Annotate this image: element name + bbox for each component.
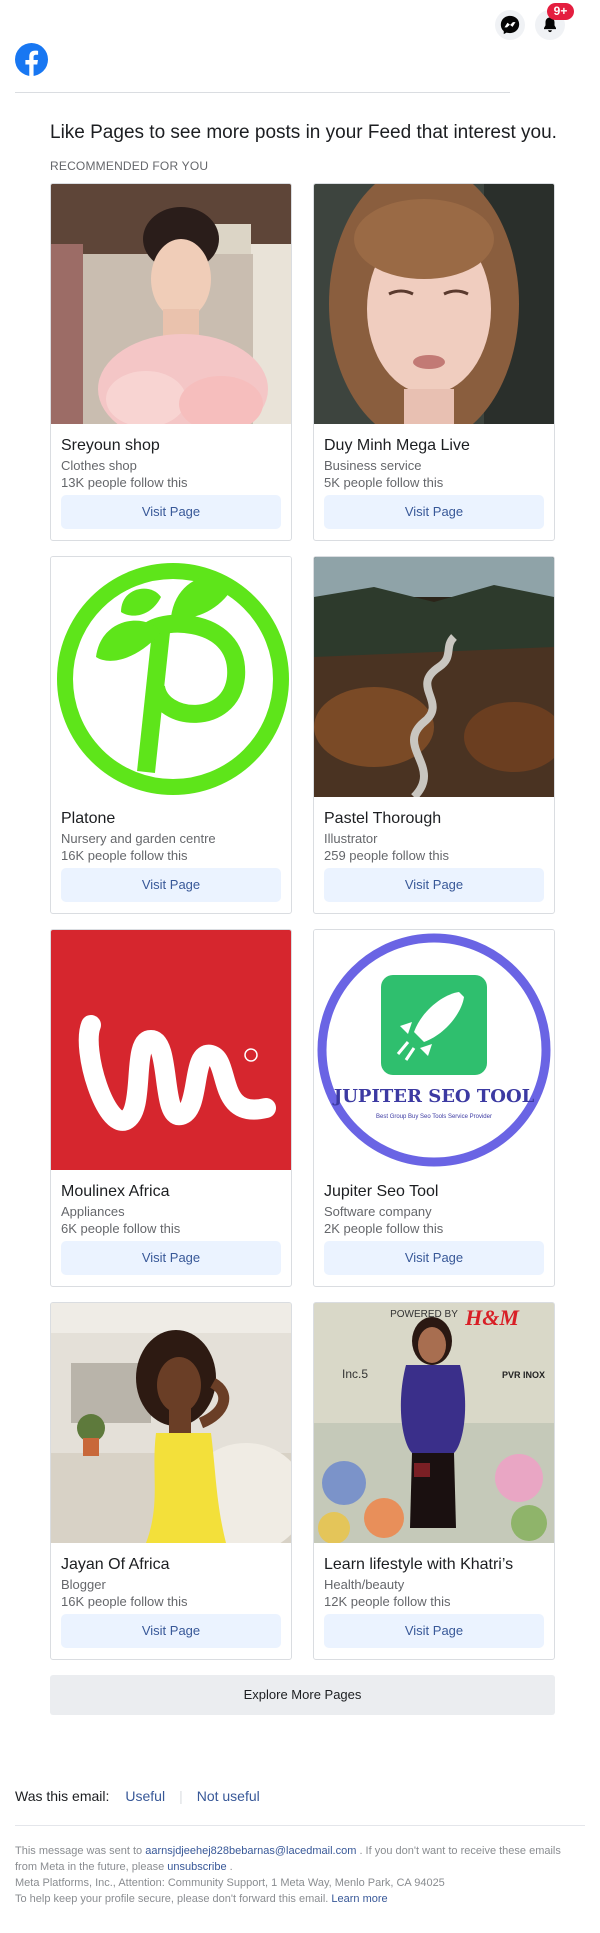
page-category: Illustrator — [324, 831, 378, 846]
page-image[interactable] — [314, 557, 554, 797]
facebook-logo-icon[interactable] — [15, 43, 48, 76]
page-followers: 12K people follow this — [324, 1594, 451, 1609]
messenger-icon[interactable] — [495, 10, 525, 40]
page-image[interactable] — [51, 557, 291, 797]
page-category: Software company — [324, 1204, 432, 1219]
recipient-email-link[interactable]: aarnsjdjeehej828bebarnas@lacedmail.com — [145, 1845, 356, 1857]
page-card[interactable]: Jayan Of Africa Blogger 16K people follo… — [50, 1302, 292, 1660]
footer-security-text: To help keep your profile secure, please… — [15, 1893, 329, 1905]
backdrop-powered-by: POWERED BY — [390, 1309, 458, 1320]
visit-page-button[interactable]: Visit Page — [61, 495, 281, 529]
page-followers: 6K people follow this — [61, 1221, 181, 1236]
page-card[interactable]: JUPITER SEO TOOL Best Group Buy Seo Tool… — [313, 929, 555, 1287]
page-image[interactable] — [314, 184, 554, 424]
page-followers: 5K people follow this — [324, 475, 444, 490]
feedback-separator: | — [179, 1788, 183, 1804]
section-label: RECOMMENDED FOR YOU — [50, 159, 209, 173]
page-image[interactable]: JUPITER SEO TOOL Best Group Buy Seo Tool… — [314, 930, 554, 1170]
footer-sent-to-text: This message was sent to — [15, 1845, 143, 1857]
not-useful-link[interactable]: Not useful — [197, 1788, 260, 1804]
page-name[interactable]: Jayan Of Africa — [61, 1555, 170, 1575]
page-category: Health/beauty — [324, 1577, 405, 1592]
unsubscribe-link[interactable]: unsubscribe — [167, 1861, 226, 1873]
footer-period: . — [229, 1861, 233, 1873]
page-image[interactable] — [51, 184, 291, 424]
backdrop-right-logo: PVR INOX — [502, 1370, 545, 1380]
page-card[interactable]: Sreyoun shop Clothes shop 13K people fol… — [50, 183, 292, 541]
visit-page-button[interactable]: Visit Page — [61, 1241, 281, 1275]
page-name[interactable]: Sreyoun shop — [61, 436, 160, 456]
page-name[interactable]: Moulinex Africa — [61, 1182, 170, 1202]
visit-page-button[interactable]: Visit Page — [324, 1241, 544, 1275]
page-name[interactable]: Pastel Thorough — [324, 809, 441, 829]
page-card[interactable]: Moulinex Africa Appliances 6K people fol… — [50, 929, 292, 1287]
page-followers: 16K people follow this — [61, 848, 188, 863]
page-card[interactable]: Platone Nursery and garden centre 16K pe… — [50, 556, 292, 914]
feedback-question: Was this email: — [15, 1788, 110, 1804]
page-category: Business service — [324, 458, 422, 473]
page-followers: 16K people follow this — [61, 1594, 188, 1609]
jupiter-logo-tagline: Best Group Buy Seo Tools Service Provide… — [376, 1114, 492, 1120]
notification-badge: 9+ — [547, 3, 574, 20]
page-name[interactable]: Jupiter Seo Tool — [324, 1182, 438, 1202]
page-card[interactable]: POWERED BY H&M Inc.5 PVR INOX Learn life… — [313, 1302, 555, 1660]
page-image[interactable]: POWERED BY H&M Inc.5 PVR INOX — [314, 1303, 554, 1543]
useful-link[interactable]: Useful — [125, 1788, 165, 1804]
page-image[interactable] — [51, 1303, 291, 1543]
learn-more-link[interactable]: Learn more — [331, 1893, 387, 1905]
page-name[interactable]: Learn lifestyle with Khatri’s — [324, 1555, 513, 1575]
visit-page-button[interactable]: Visit Page — [61, 1614, 281, 1648]
page-card[interactable]: Pastel Thorough Illustrator 259 people f… — [313, 556, 555, 914]
email-feedback: Was this email: Useful | Not useful — [15, 1788, 260, 1804]
footer-address: Meta Platforms, Inc., Attention: Communi… — [15, 1877, 445, 1889]
page-category: Appliances — [61, 1204, 125, 1219]
header-divider — [15, 92, 510, 93]
visit-page-button[interactable]: Visit Page — [324, 495, 544, 529]
footer-divider — [15, 1825, 585, 1826]
page-category: Nursery and garden centre — [61, 831, 216, 846]
page-card[interactable]: Duy Minh Mega Live Business service 5K p… — [313, 183, 555, 541]
page-followers: 13K people follow this — [61, 475, 188, 490]
page-followers: 259 people follow this — [324, 848, 450, 863]
visit-page-button[interactable]: Visit Page — [61, 868, 281, 902]
visit-page-button[interactable]: Visit Page — [324, 1614, 544, 1648]
page-name[interactable]: Platone — [61, 809, 115, 829]
page-category: Clothes shop — [61, 458, 137, 473]
explore-more-pages-button[interactable]: Explore More Pages — [50, 1675, 555, 1715]
email-footer: This message was sent to aarnsjdjeehej82… — [15, 1843, 585, 1907]
page-image[interactable] — [51, 930, 291, 1170]
visit-page-button[interactable]: Visit Page — [324, 868, 544, 902]
backdrop-brand: H&M — [464, 1305, 520, 1330]
page-category: Blogger — [61, 1577, 106, 1592]
backdrop-left-logo: Inc.5 — [342, 1367, 368, 1381]
page-name[interactable]: Duy Minh Mega Live — [324, 436, 470, 456]
page-followers: 2K people follow this — [324, 1221, 444, 1236]
jupiter-logo-title: JUPITER SEO TOOL — [332, 1086, 535, 1107]
headline: Like Pages to see more posts in your Fee… — [50, 122, 557, 143]
email-header — [15, 38, 585, 94]
